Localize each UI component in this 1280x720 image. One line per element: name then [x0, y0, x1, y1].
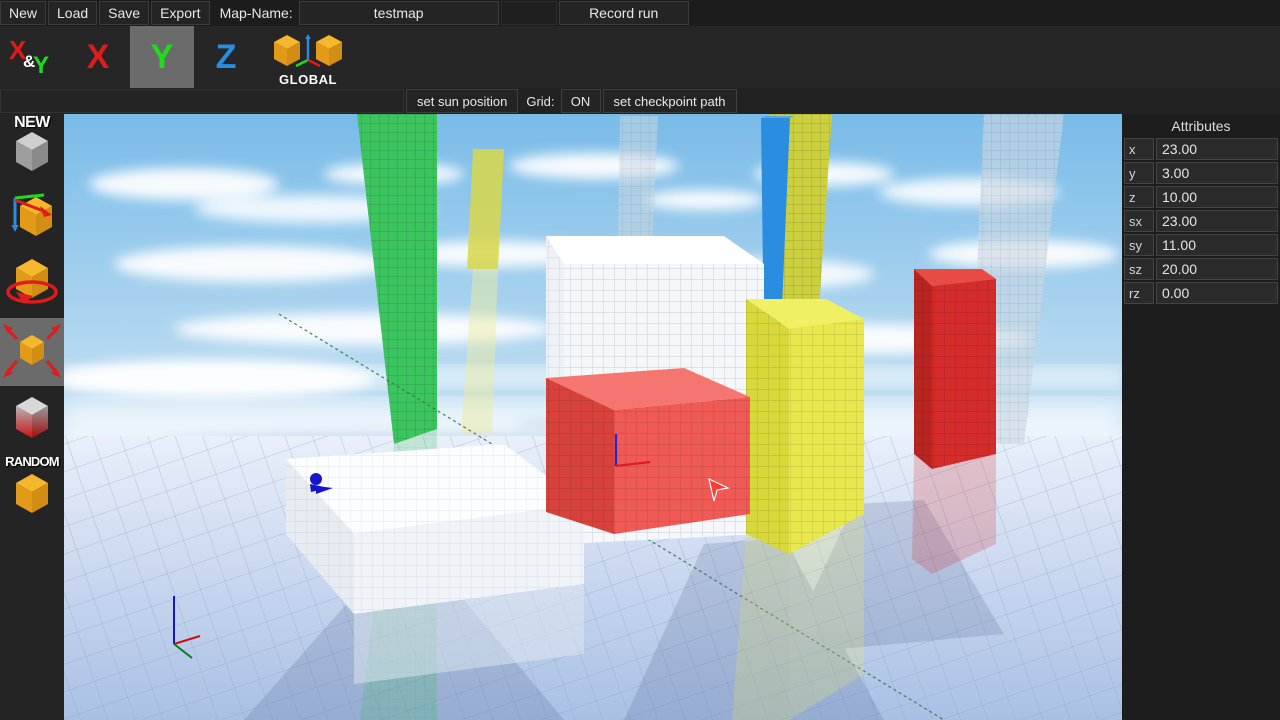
- 3d-viewport[interactable]: [64, 114, 1122, 720]
- tool-sidebar: NEW RANDOM: [0, 114, 64, 720]
- rotate-cube-icon: [6, 259, 58, 304]
- attribute-row-x: x 23.00: [1122, 138, 1280, 162]
- attribute-key-sy: sy: [1124, 234, 1154, 256]
- tool-scale-button[interactable]: [0, 318, 64, 386]
- attribute-key-z: z: [1124, 186, 1154, 208]
- record-run-button[interactable]: Record run: [558, 1, 689, 25]
- grid-toggle-button[interactable]: ON: [560, 89, 601, 113]
- attributes-title: Attributes: [1171, 118, 1231, 134]
- yellow-box: [732, 299, 864, 720]
- map-name-input[interactable]: testmap: [298, 1, 499, 25]
- red-pillar: [912, 269, 996, 574]
- xy-axis-icon: X & Y: [9, 35, 49, 79]
- global-local-toggle-button[interactable]: GLOBAL: [258, 26, 358, 88]
- tool-random-button[interactable]: RANDOM: [0, 454, 64, 522]
- attribute-row-z: z 10.00: [1122, 186, 1280, 210]
- axis-label-z: Z: [215, 38, 237, 76]
- attribute-value-rz[interactable]: 0.00: [1156, 282, 1278, 304]
- tool-move-button[interactable]: [0, 182, 64, 250]
- attribute-value-x[interactable]: 23.00: [1156, 138, 1278, 160]
- axis-button-x[interactable]: X: [66, 26, 130, 88]
- axis-label-y: Y: [150, 38, 174, 76]
- attribute-value-sx[interactable]: 23.00: [1156, 210, 1278, 232]
- attribute-value-z[interactable]: 10.00: [1156, 186, 1278, 208]
- subbar-empty-slot[interactable]: [0, 89, 404, 113]
- empty-toolbar-slot[interactable]: [500, 1, 557, 25]
- axis-button-y[interactable]: Y: [130, 26, 194, 88]
- set-checkpoint-path-button[interactable]: set checkpoint path: [602, 89, 737, 113]
- attribute-row-y: y 3.00: [1122, 162, 1280, 186]
- attributes-panel: Attributes x 23.00 y 3.00 z 10.00 sx 23.…: [1122, 114, 1280, 720]
- move-cube-icon: [11, 193, 52, 236]
- global-cubes-icon: [274, 34, 342, 68]
- attribute-row-rz: rz 0.00: [1122, 282, 1280, 306]
- red-box-selected: [546, 368, 750, 534]
- color-cube-icon: [16, 397, 48, 438]
- global-label: GLOBAL: [279, 72, 337, 87]
- axis-button-z[interactable]: Z: [194, 26, 258, 88]
- set-sun-position-button[interactable]: set sun position: [406, 89, 519, 113]
- map-name-label: Map-Name:: [219, 5, 293, 21]
- tool-rotate-button[interactable]: [0, 250, 64, 318]
- scale-cube-icon: [3, 324, 61, 378]
- tool-new-object-button[interactable]: NEW: [0, 114, 64, 182]
- menu-bar: New Load Save Export Map-Name: testmap R…: [0, 0, 1280, 26]
- attribute-key-sx: sx: [1124, 210, 1154, 232]
- attribute-key-rz: rz: [1124, 282, 1154, 304]
- tool-color-button[interactable]: [0, 386, 64, 454]
- axis-button-xy[interactable]: X & Y: [0, 26, 66, 88]
- save-button[interactable]: Save: [99, 1, 150, 25]
- attribute-value-sz[interactable]: 20.00: [1156, 258, 1278, 280]
- attribute-value-y[interactable]: 3.00: [1156, 162, 1278, 184]
- new-button[interactable]: New: [0, 1, 47, 25]
- grid-label: Grid:: [526, 93, 555, 109]
- attribute-row-sy: sy 11.00: [1122, 234, 1280, 258]
- attribute-key-sz: sz: [1124, 258, 1154, 280]
- subbar-right-filler: [738, 88, 1280, 114]
- axis-toolbar: X & Y X Y Z GLOBAL: [0, 26, 1280, 88]
- attribute-value-sy[interactable]: 11.00: [1156, 234, 1278, 256]
- attribute-row-sx: sx 23.00: [1122, 210, 1280, 234]
- viewport-scene: [64, 114, 1122, 720]
- svg-text:Y: Y: [33, 52, 49, 79]
- sub-toolbar: set sun position Grid: ON set checkpoint…: [0, 88, 1280, 114]
- attribute-key-y: y: [1124, 162, 1154, 184]
- axis-label-x: X: [86, 38, 110, 76]
- orange-cube-icon: [16, 474, 48, 513]
- attribute-row-sz: sz 20.00: [1122, 258, 1280, 282]
- gray-cube-icon: [16, 132, 48, 171]
- attribute-key-x: x: [1124, 138, 1154, 160]
- export-button[interactable]: Export: [151, 1, 210, 25]
- load-button[interactable]: Load: [48, 1, 98, 25]
